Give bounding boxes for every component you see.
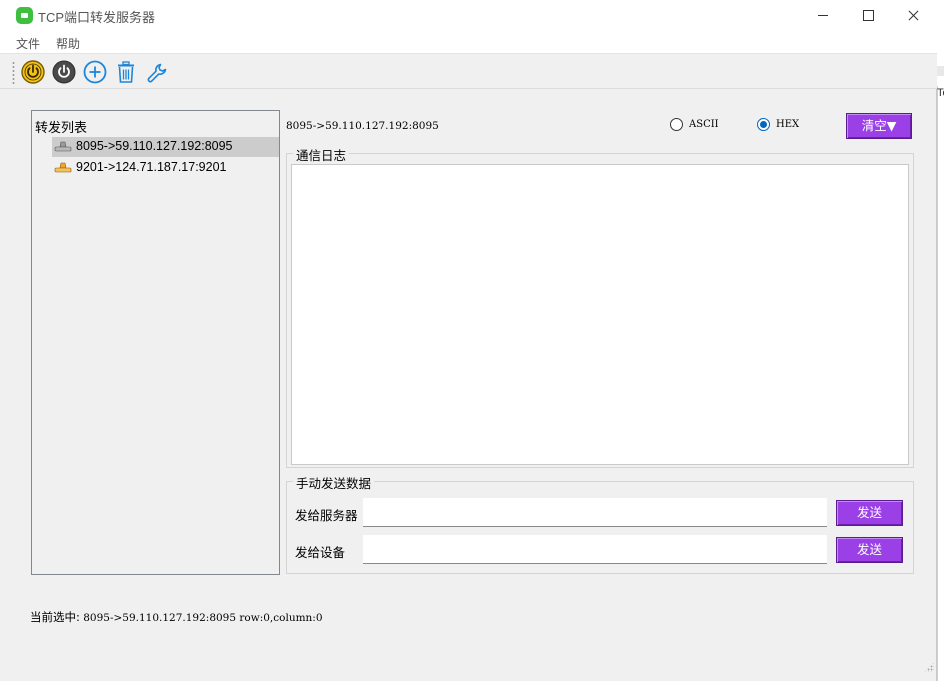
main-window: TCP端口转发服务器 文件 帮助 转发列表 8095->59.110.127.1… [0,0,937,681]
log-text-area[interactable] [291,164,909,465]
app-icon [16,7,33,24]
route-icon [54,162,72,173]
forward-list-item[interactable]: 8095->59.110.127.192:8095 [52,137,279,157]
hex-radio[interactable] [757,118,770,131]
forward-list-item-label: 9201->124.71.187.17:9201 [76,160,227,174]
minimize-button[interactable] [800,0,846,31]
maximize-button[interactable] [845,0,891,31]
send-to-device-input[interactable] [363,535,827,564]
toolbar-grip[interactable] [12,61,15,85]
menu-help[interactable]: 帮助 [56,35,80,52]
send-to-device-button[interactable]: 发送 [836,537,903,563]
log-group-title: 通信日志 [293,145,350,164]
resize-grip[interactable] [924,662,934,672]
forward-list[interactable]: 转发列表 8095->59.110.127.192:8095 9201->124… [31,110,280,575]
add-icon[interactable] [83,60,107,84]
menu-file[interactable]: 文件 [16,35,40,52]
trash-icon[interactable] [114,60,138,84]
bg-fragment-right: To [937,87,944,99]
forward-list-item[interactable]: 9201->124.71.187.17:9201 [52,158,279,178]
ascii-radio[interactable] [670,118,683,131]
status-bar: 当前选中: 8095->59.110.127.192:8095 row:0,co… [30,609,323,625]
ascii-radio-label[interactable]: ASCII [689,119,719,130]
status-prefix: 当前选中: [30,610,80,624]
send-to-server-button[interactable]: 发送 [836,500,903,526]
title-bar[interactable]: TCP端口转发服务器 [0,0,937,31]
menu-bar: 文件 帮助 [0,31,937,53]
status-text: 8095->59.110.127.192:8095 row:0,column:0 [83,612,323,624]
bg-window-strip [937,66,944,76]
forward-list-item-label: 8095->59.110.127.192:8095 [76,139,233,153]
power-off-icon[interactable] [52,60,76,84]
current-route-label: 8095->59.110.127.192:8095 [286,120,439,132]
power-on-icon[interactable] [21,60,45,84]
close-button[interactable] [890,0,936,31]
send-to-device-label: 发给设备 [295,545,346,560]
send-to-server-input[interactable] [363,498,827,527]
wrench-icon[interactable] [145,60,169,84]
forward-list-header: 转发列表 [35,121,88,136]
toolbar [0,53,937,89]
send-to-server-label: 发给服务器 [295,508,358,523]
window-title: TCP端口转发服务器 [38,10,156,25]
hex-radio-label[interactable]: HEX [776,119,799,130]
clear-button[interactable]: 清空▼ [846,113,912,139]
desktop: 个 - (I (I ) TCP端口转发服务器 文件 帮助 [0,0,944,681]
bg-window-edge [937,86,938,681]
route-icon [54,141,72,152]
manual-send-group-title: 手动发送数据 [293,473,375,492]
